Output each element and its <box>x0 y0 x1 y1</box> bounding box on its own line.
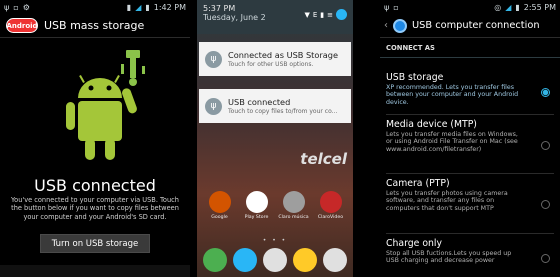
settings-icon <box>393 18 407 33</box>
usb-description: You've connected to your computer via US… <box>11 196 179 221</box>
app-label: Google <box>211 215 228 220</box>
signal-icon: ◢ <box>135 2 142 12</box>
android-usb-icon <box>66 50 145 160</box>
action-bar: Android USB mass storage <box>0 14 190 38</box>
status-time: 1:42 PM <box>153 2 186 12</box>
divider <box>386 173 554 174</box>
charge-only-radio[interactable] <box>541 254 550 263</box>
media-device-radio[interactable] <box>541 141 550 150</box>
option-desc: Stop all USB fuctions.Lets you speed up … <box>386 250 512 265</box>
notification-header: 5:37 PM Tuesday, June 2 ▼ E ▮ ≡ <box>197 0 353 34</box>
header-icons: ▼ E ▮ ≡ <box>304 9 347 20</box>
screenshot-collage: ψ ▫ ⚙ ▮ ◢ ▮ 1:42 PM Android USB mass storage <box>0 0 560 277</box>
settings-icon: ⚙ <box>22 2 30 12</box>
email-icon[interactable] <box>293 248 317 272</box>
signal-icon: ◢ <box>505 2 512 12</box>
usb-icon: ψ <box>205 50 222 68</box>
option-desc: XP recommended. Lets you transfer files … <box>386 84 519 106</box>
notification-title: Connected as USB Storage <box>228 50 339 60</box>
wifi-icon: ▼ <box>304 10 310 19</box>
phone-icon[interactable] <box>203 248 227 272</box>
dock <box>203 248 347 272</box>
sd-icon: ▫ <box>393 2 399 12</box>
app-label: ClaroVideo <box>317 215 344 220</box>
usb-connected-heading: USB connected <box>34 176 156 195</box>
telcel-brand: telcel <box>300 150 347 168</box>
app-label: Play Store <box>244 215 269 220</box>
camera-radio[interactable] <box>541 200 550 209</box>
android-logo: Android <box>6 18 38 33</box>
option-camera[interactable]: Camera (PTP) Lets you transfer photos us… <box>386 178 558 212</box>
option-title: Charge only <box>386 238 442 249</box>
option-title: Media device (MTP) <box>386 119 477 130</box>
divider <box>386 233 554 234</box>
usb-icon: ψ <box>384 2 390 12</box>
option-title: Camera (PTP) <box>386 178 450 189</box>
page-title: USB mass storage <box>44 19 145 32</box>
page-title: USB computer connection <box>412 20 540 31</box>
option-desc: Lets you transfer media files on Windows… <box>386 131 518 153</box>
app-drawer-icon[interactable] <box>263 248 287 272</box>
notification-subtitle: Touch for other USB options. <box>228 61 314 68</box>
battery-icon: ▮ <box>145 2 150 12</box>
notification-usb-storage[interactable]: ψ Connected as USB Storage Touch for oth… <box>199 42 351 76</box>
app-play-store[interactable]: Play Store <box>240 191 273 220</box>
battery-icon: ▮ <box>515 2 520 12</box>
battery-icon: ▮ <box>320 10 325 19</box>
claro-musica-icon <box>282 191 305 213</box>
app-google[interactable]: Google <box>203 191 236 220</box>
google-icon <box>208 191 231 213</box>
usb-icon: ψ <box>4 2 10 12</box>
usb-mass-storage-screen: ψ ▫ ⚙ ▮ ◢ ▮ 1:42 PM Android USB mass storage <box>0 0 190 277</box>
status-time: 2:55 PM <box>523 2 556 12</box>
alarm-icon: ◎ <box>494 2 502 12</box>
notification-title: USB connected <box>228 97 291 107</box>
section-header: CONNECT AS <box>380 38 560 58</box>
contacts-icon[interactable] <box>233 248 257 272</box>
home-app-row: Google Play Store Claro música ClaroVide… <box>203 191 347 220</box>
play-store-icon <box>245 191 268 213</box>
user-avatar[interactable] <box>336 9 347 20</box>
option-title: USB storage <box>386 72 444 83</box>
turn-on-usb-storage-button[interactable]: Turn on USB storage <box>40 234 150 253</box>
app-claro-video[interactable]: ClaroVideo <box>314 191 347 220</box>
messaging-icon[interactable] <box>323 248 347 272</box>
notification-subtitle: Touch to copy files to/from your co... <box>228 108 338 115</box>
usb-icon: ψ <box>205 97 222 115</box>
status-bar: ψ ▫ ◎ ◢ ▮ 2:55 PM <box>380 0 560 14</box>
network-icon: E <box>312 10 318 19</box>
settings-icon[interactable]: ≡ <box>327 11 333 19</box>
divider <box>386 114 554 115</box>
action-bar[interactable]: ‹ USB computer connection <box>380 14 560 38</box>
app-label: Claro música <box>278 215 309 220</box>
notification-shade-screen: 5:37 PM Tuesday, June 2 ▼ E ▮ ≡ ψ Connec… <box>197 0 353 277</box>
usb-storage-radio[interactable] <box>541 88 550 97</box>
nav-bar <box>0 265 190 277</box>
status-bar: ψ ▫ ⚙ ▮ ◢ ▮ 1:42 PM <box>0 0 190 14</box>
notification-usb-connected[interactable]: ψ USB connected Touch to copy files to/f… <box>199 89 351 123</box>
option-media-device[interactable]: Media device (MTP) Lets you transfer med… <box>386 119 558 153</box>
sim-icon: ▮ <box>126 2 132 12</box>
claro-video-icon <box>319 191 342 213</box>
back-chevron-icon[interactable]: ‹ <box>384 20 388 31</box>
sd-icon: ▫ <box>13 2 19 12</box>
option-usb-storage[interactable]: USB storage XP recommended. Lets you tra… <box>386 72 558 106</box>
option-desc: Lets you transfer photos using camera so… <box>386 190 508 212</box>
usb-computer-connection-screen: ψ ▫ ◎ ◢ ▮ 2:55 PM ‹ USB computer connection … <box>380 0 560 277</box>
page-indicator: • • • <box>262 237 288 244</box>
option-charge-only[interactable]: Charge only Stop all USB fuctions.Lets y… <box>386 238 558 265</box>
app-claro-musica[interactable]: Claro música <box>277 191 310 220</box>
